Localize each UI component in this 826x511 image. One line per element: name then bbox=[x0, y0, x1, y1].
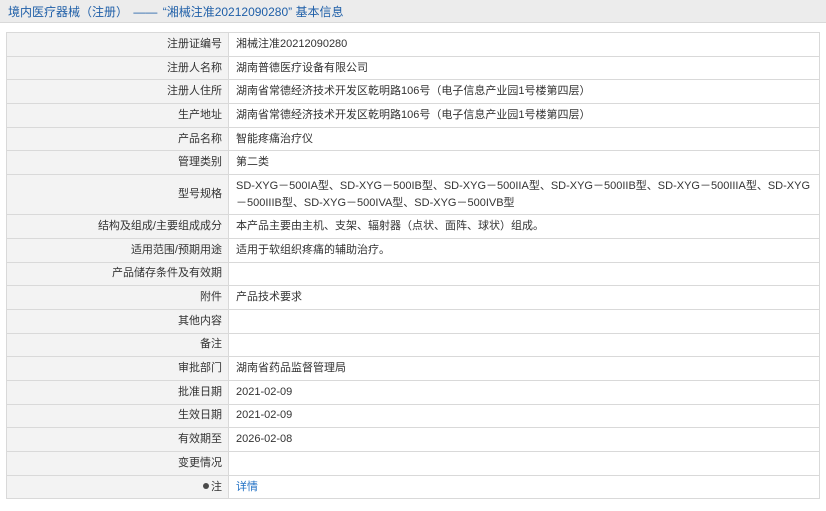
field-value bbox=[228, 261, 820, 287]
field-label: 注 bbox=[211, 480, 222, 493]
bullet-icon bbox=[203, 482, 209, 489]
field-label: 产品储存条件及有效期 bbox=[6, 261, 229, 287]
field-value: 湖南省药品监督管理局 bbox=[228, 356, 820, 381]
field-label: 其他内容 bbox=[6, 308, 229, 334]
field-label: 型号规格 bbox=[6, 174, 229, 216]
field-value: 湖南省常德经济技术开发区乾明路106号（电子信息产业园1号楼第四层） bbox=[228, 79, 820, 105]
field-value: 湖南省常德经济技术开发区乾明路106号（电子信息产业园1号楼第四层） bbox=[228, 103, 820, 128]
table-row: 变更情况 bbox=[6, 451, 820, 476]
field-value bbox=[228, 332, 820, 358]
field-label: 附件 bbox=[6, 285, 229, 310]
field-label: 有效期至 bbox=[6, 427, 229, 452]
field-value: 智能疼痛治疗仪 bbox=[228, 126, 820, 152]
field-label: 产品名称 bbox=[6, 126, 229, 152]
field-value: 湖南普德医疗设备有限公司 bbox=[228, 55, 820, 81]
field-label: 注册人名称 bbox=[6, 55, 229, 81]
field-label: 生效日期 bbox=[6, 403, 229, 429]
field-label: 变更情况 bbox=[6, 451, 229, 476]
details-link[interactable]: 详情 bbox=[236, 481, 258, 493]
field-label: 结构及组成/主要组成成分 bbox=[6, 214, 229, 239]
field-value: 第二类 bbox=[228, 150, 820, 176]
table-row: 生效日期 2021-02-09 bbox=[6, 403, 820, 429]
table-row: 管理类别 第二类 bbox=[6, 150, 820, 176]
field-value bbox=[228, 308, 820, 334]
breadcrumb-current: “湘械注准20212090280” 基本信息 bbox=[162, 5, 344, 19]
table-row: 结构及组成/主要组成成分 本产品主要由主机、支架、辐射器（点状、面阵、球状）组成… bbox=[6, 214, 820, 239]
table-row: 备注 bbox=[6, 332, 820, 358]
field-value: 2021-02-09 bbox=[228, 403, 820, 429]
table-row: 产品储存条件及有效期 bbox=[6, 261, 820, 287]
field-value: 湘械注准20212090280 bbox=[228, 32, 820, 57]
field-label: 审批部门 bbox=[6, 356, 229, 381]
field-label: 批准日期 bbox=[6, 379, 229, 405]
table-row: 注册证编号 湘械注准20212090280 bbox=[6, 32, 820, 57]
table-row: 适用范围/预期用途 适用于软组织疼痛的辅助治疗。 bbox=[6, 237, 820, 263]
breadcrumb-parent-link[interactable]: 境内医疗器械（注册） bbox=[8, 5, 128, 19]
table-row: 注册人名称 湖南普德医疗设备有限公司 bbox=[6, 55, 820, 81]
field-value: 详情 bbox=[228, 474, 820, 500]
field-value: 产品技术要求 bbox=[228, 285, 820, 310]
table-row: 有效期至 2026-02-08 bbox=[6, 427, 820, 452]
field-label: 注册证编号 bbox=[6, 32, 229, 57]
note-label-cell: 注 bbox=[6, 474, 229, 500]
field-label: 适用范围/预期用途 bbox=[6, 237, 229, 263]
table-row: 生产地址 湖南省常德经济技术开发区乾明路106号（电子信息产业园1号楼第四层） bbox=[6, 103, 820, 128]
table-row: 其他内容 bbox=[6, 308, 820, 334]
table-row: 型号规格 SD-XYG－500IA型、SD-XYG－500IB型、SD-XYG－… bbox=[6, 174, 820, 216]
table-row: 注 详情 bbox=[6, 474, 820, 500]
table-row: 批准日期 2021-02-09 bbox=[6, 379, 820, 405]
basic-info-table: 注册证编号 湘械注准20212090280 注册人名称 湖南普德医疗设备有限公司… bbox=[6, 32, 820, 500]
table-row: 审批部门 湖南省药品监督管理局 bbox=[6, 356, 820, 381]
field-label: 注册人住所 bbox=[6, 79, 229, 105]
field-value bbox=[228, 451, 820, 476]
table-row: 附件 产品技术要求 bbox=[6, 285, 820, 310]
field-label: 生产地址 bbox=[6, 103, 229, 128]
field-label: 备注 bbox=[6, 332, 229, 358]
field-value: 适用于软组织疼痛的辅助治疗。 bbox=[228, 237, 820, 263]
field-label: 管理类别 bbox=[6, 150, 229, 176]
field-value: 2021-02-09 bbox=[228, 379, 820, 405]
table-row: 产品名称 智能疼痛治疗仪 bbox=[6, 126, 820, 152]
breadcrumb-separator: —— bbox=[133, 5, 158, 19]
field-value: SD-XYG－500IA型、SD-XYG－500IB型、SD-XYG－500II… bbox=[228, 174, 820, 216]
field-value: 2026-02-08 bbox=[228, 427, 820, 452]
table-row: 注册人住所 湖南省常德经济技术开发区乾明路106号（电子信息产业园1号楼第四层） bbox=[6, 79, 820, 105]
field-value: 本产品主要由主机、支架、辐射器（点状、面阵、球状）组成。 bbox=[228, 214, 820, 239]
breadcrumb: 境内医疗器械（注册） —— “湘械注准20212090280” 基本信息 bbox=[8, 3, 343, 20]
breadcrumb-bar: 境内医疗器械（注册） —— “湘械注准20212090280” 基本信息 bbox=[0, 0, 826, 23]
